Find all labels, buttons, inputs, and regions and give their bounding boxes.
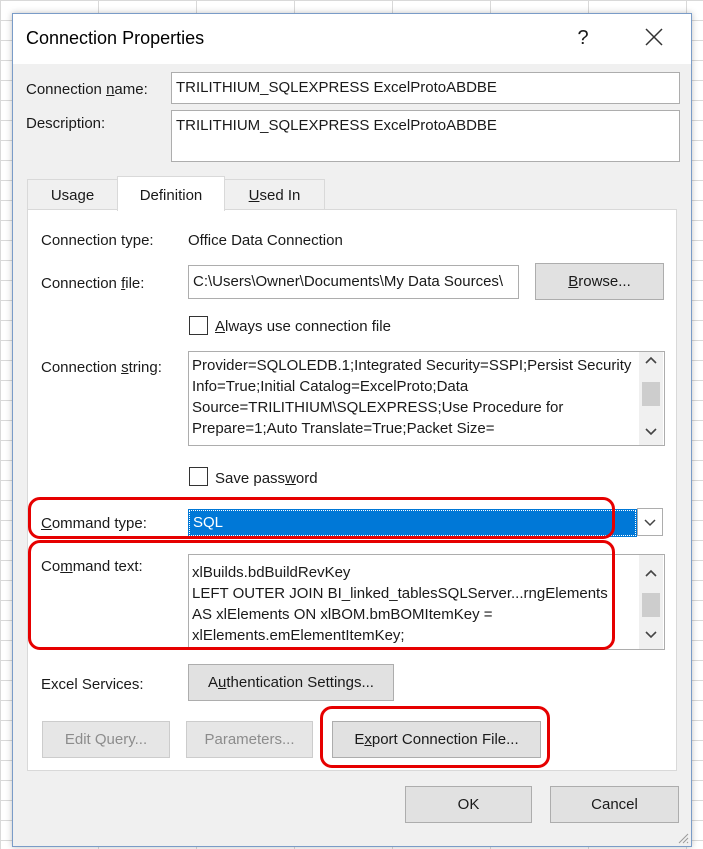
cancel-button[interactable]: Cancel [550, 786, 679, 823]
description-label: Description: [26, 115, 106, 132]
command-text-label: Command text: [41, 558, 143, 575]
connection-string-label: Connection string: [41, 359, 162, 376]
export-connection-file-button[interactable]: Export Connection File... [332, 721, 541, 758]
command-type-dropdown-button[interactable] [637, 508, 663, 536]
description-field[interactable]: TRILITHIUM_SQLEXPRESS ExcelProtoABDBE [171, 110, 680, 162]
authentication-settings-button[interactable]: Authentication Settings... [188, 664, 394, 701]
save-password-label: Save password [215, 470, 318, 487]
connection-string-field[interactable]: Provider=SQLOLEDB.1;Integrated Security=… [188, 351, 665, 446]
connection-type-value: Office Data Connection [188, 232, 343, 249]
tab-usage[interactable]: Usage [27, 179, 118, 210]
connection-file-field[interactable]: C:\Users\Owner\Documents\My Data Sources… [188, 265, 519, 299]
scroll-down-icon[interactable] [639, 627, 663, 647]
connection-type-label: Connection type: [41, 232, 154, 249]
connection-name-field[interactable]: TRILITHIUM_SQLEXPRESS ExcelProtoABDBE [171, 72, 680, 104]
close-icon [645, 28, 663, 46]
command-type-select[interactable]: SQL [188, 509, 637, 537]
command-text-line: AS xlElements ON xlBOM.bmBOMItemKey = [192, 606, 493, 623]
chevron-down-icon [644, 519, 656, 527]
connection-properties-dialog: Connection Properties ? Connection name:… [12, 13, 692, 847]
browse-button[interactable]: Browse... [535, 263, 664, 300]
tab-used-in[interactable]: Used In [224, 179, 325, 210]
scroll-thumb[interactable] [642, 593, 660, 617]
dialog-title: Connection Properties [26, 28, 205, 48]
close-button[interactable] [639, 24, 669, 52]
connection-name-label: Connection name: [26, 81, 148, 98]
command-text-line: LEFT OUTER JOIN BI_linked_tablesSQLServe… [192, 585, 608, 602]
command-text-field[interactable]: xlBuilds.bdBuildRevKey LEFT OUTER JOIN B… [188, 554, 665, 650]
scroll-up-icon[interactable] [639, 567, 663, 587]
scroll-down-icon[interactable] [639, 424, 663, 444]
always-use-connection-file-checkbox[interactable] [189, 316, 208, 335]
connection-file-label: Connection file: [41, 275, 145, 292]
parameters-button[interactable]: Parameters... [186, 721, 313, 758]
definition-panel: Connection type: Office Data Connection … [27, 209, 677, 771]
always-use-connection-file-label: Always use connection file [215, 318, 391, 335]
title-bar: Connection Properties ? [13, 14, 691, 64]
help-button[interactable]: ? [568, 24, 598, 52]
save-password-checkbox[interactable] [189, 467, 208, 486]
tab-definition[interactable]: Definition [117, 176, 225, 211]
command-text-scrollbar[interactable] [639, 555, 663, 649]
resize-grip-icon[interactable] [677, 832, 689, 844]
command-text-line: xlElements.emElementItemKey; [192, 627, 405, 644]
excel-services-label: Excel Services: [41, 676, 144, 693]
connection-string-scrollbar[interactable] [639, 352, 663, 445]
ok-button[interactable]: OK [405, 786, 532, 823]
command-type-label: Command type: [41, 515, 147, 532]
scroll-thumb[interactable] [642, 382, 660, 406]
command-text-line: xlBuilds.bdBuildRevKey [192, 564, 351, 581]
scroll-up-icon[interactable] [639, 354, 663, 374]
edit-query-button[interactable]: Edit Query... [42, 721, 170, 758]
